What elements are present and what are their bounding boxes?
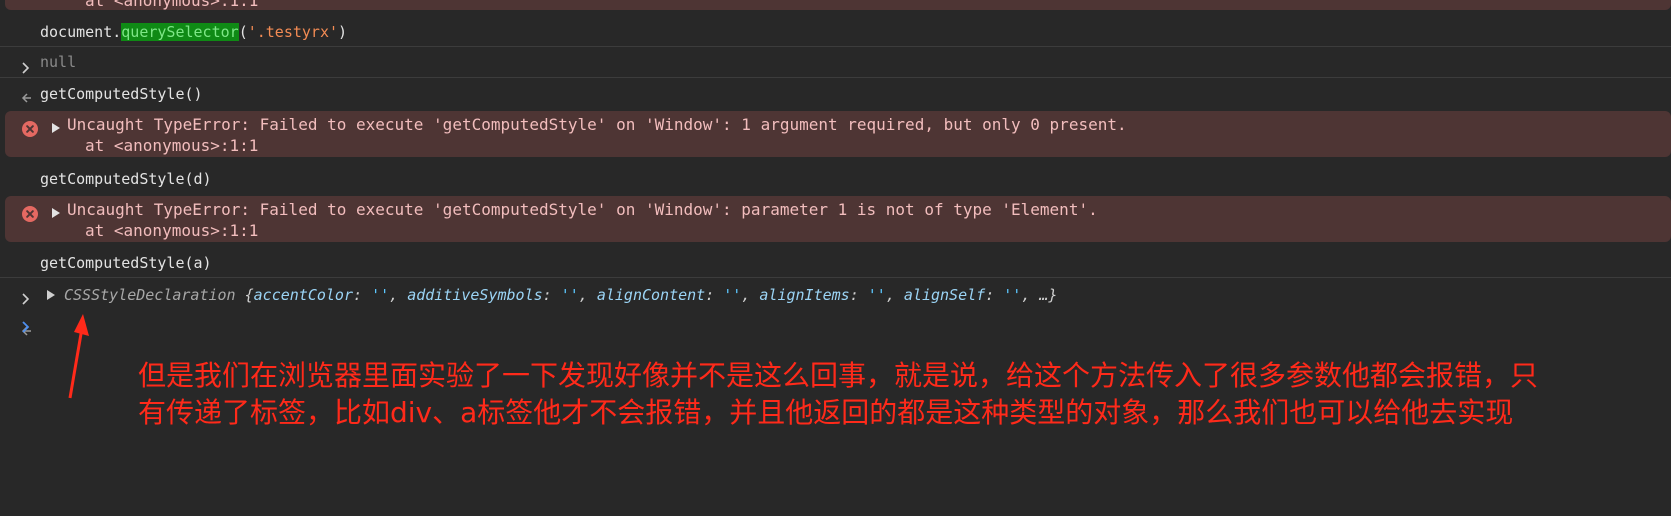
return-arrow-icon	[18, 284, 34, 336]
console-input-text: getComputedStyle(a)	[40, 254, 212, 272]
console-output-row: null	[0, 48, 1671, 103]
console-input-row[interactable]: getComputedStyle(a)	[0, 249, 1671, 305]
error-trace[interactable]: at <anonymous>:1:1	[85, 135, 258, 157]
error-message[interactable]: Uncaught TypeError: Failed to execute 'g…	[5, 196, 1671, 242]
console-input-row[interactable]: document.querySelector('.testyrx')	[0, 18, 1671, 74]
error-circle-icon	[22, 206, 38, 222]
error-circle-icon	[22, 121, 38, 137]
error-text: Uncaught TypeError: Failed to execute 'g…	[67, 200, 1098, 219]
console-input-text: getComputedStyle(d)	[40, 170, 212, 188]
console-output-row[interactable]: CSSStyleDeclaration {accentColor: '', ad…	[0, 281, 1671, 336]
chevron-right-icon	[18, 83, 34, 136]
console-input-text: getComputedStyle()	[40, 85, 203, 103]
console-input-row[interactable]: getComputedStyle()	[0, 80, 1671, 136]
chevron-right-icon	[18, 252, 34, 305]
console-input-row[interactable]: getComputedStyle(d)	[0, 165, 1671, 221]
console-input-text: document.querySelector('.testyrx')	[40, 23, 348, 41]
error-message-partial: at <anonymous>:1:1	[5, 0, 1671, 10]
error-text: Uncaught TypeError: Failed to execute 'g…	[67, 115, 1127, 134]
chevron-right-icon	[18, 21, 34, 74]
return-arrow-icon	[18, 51, 34, 103]
expand-triangle-icon[interactable]	[52, 123, 60, 133]
object-preview[interactable]: CSSStyleDeclaration {accentColor: '', ad…	[64, 284, 1057, 306]
prompt-chevron-icon[interactable]	[18, 316, 34, 338]
error-trace: at <anonymous>:1:1	[85, 0, 259, 10]
console-output-text: null	[40, 53, 77, 71]
error-message[interactable]: Uncaught TypeError: Failed to execute 'g…	[5, 111, 1671, 157]
devtools-console: at <anonymous>:1:1 document.querySelecto…	[0, 0, 1671, 516]
annotation-arrow	[68, 314, 89, 399]
search-highlight: querySelector	[121, 23, 239, 41]
expand-triangle-icon[interactable]	[47, 290, 55, 300]
chevron-right-icon	[18, 168, 34, 221]
annotation-text: 但是我们在浏览器里面实验了一下发现好像并不是这么回事，就是说，给这个方法传入了很…	[138, 359, 1539, 429]
expand-triangle-icon[interactable]	[52, 208, 60, 218]
error-trace[interactable]: at <anonymous>:1:1	[85, 220, 258, 242]
